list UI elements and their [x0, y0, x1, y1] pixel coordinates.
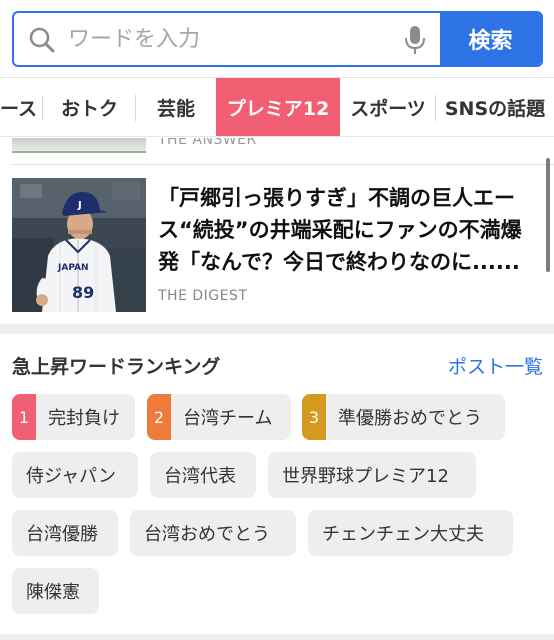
previous-article-source: THE ANSWER — [158, 138, 257, 148]
search-button[interactable]: 検索 — [440, 13, 541, 65]
ranking-word: 準優勝おめでとう — [338, 408, 482, 429]
rank-badge: 2 — [147, 394, 171, 440]
uniform-number: 89 — [72, 283, 94, 302]
rank-badge: 1 — [12, 394, 36, 440]
uniform-text: JAPAN — [57, 263, 89, 273]
ranking-chip[interactable]: チェンチェン大丈夫 — [308, 510, 513, 556]
ranking-chip[interactable]: 侍ジャパン — [12, 452, 138, 498]
ranking-chip-1[interactable]: 1 完封負け — [12, 394, 135, 440]
ranking-word: 世界野球プレミア12 — [282, 466, 449, 487]
bottom-separator — [0, 634, 554, 640]
post-list-link[interactable]: ポスト一覧 — [448, 352, 543, 379]
ranking-title: 急上昇ワードランキング — [12, 356, 221, 378]
search-box[interactable]: 検索 — [12, 11, 543, 67]
ranking-word: 台湾おめでとう — [144, 524, 270, 545]
ranking-word: 台湾チーム — [183, 408, 273, 429]
news-list: THE ANSWER JAPAN 89 J 「戸郷引っ張りすぎ」不調の巨人エース… — [0, 138, 554, 324]
tab-news[interactable]: ース — [0, 78, 43, 136]
ranking-chip-3[interactable]: 3 準優勝おめでとう — [302, 394, 505, 440]
search-bar: 検索 — [0, 0, 554, 76]
ranking-chip[interactable]: 台湾代表 — [150, 452, 256, 498]
search-input[interactable] — [68, 19, 388, 59]
trending-ranking: 急上昇ワードランキング ポスト一覧 1 完封負け 2 台湾チーム 3 準優勝おめ… — [0, 334, 554, 630]
tab-otoku[interactable]: おトク — [43, 78, 136, 136]
ranking-word: 侍ジャパン — [26, 466, 116, 487]
section-separator — [0, 324, 554, 334]
ranking-chip[interactable]: 陳傑憲 — [12, 568, 99, 614]
rank-badge: 3 — [302, 394, 326, 440]
divider — [12, 164, 554, 165]
tab-entertainment[interactable]: 芸能 — [136, 78, 216, 136]
previous-article-thumbnail[interactable] — [12, 138, 146, 153]
ranking-word: 陳傑憲 — [26, 582, 80, 603]
ranking-chip-2[interactable]: 2 台湾チーム — [147, 394, 291, 440]
article-headline[interactable]: 「戸郷引っ張りすぎ」不調の巨人エース“続投”の井端采配にファンの不満爆発「なんで… — [158, 182, 542, 278]
ranking-word: 台湾代表 — [164, 466, 236, 487]
category-tabs: ース おトク 芸能 プレミア12 スポーツ SNSの話題 — [0, 77, 554, 137]
svg-text:J: J — [77, 200, 82, 211]
tab-sports[interactable]: スポーツ — [340, 78, 436, 136]
tab-premier12[interactable]: プレミア12 — [216, 78, 340, 136]
scrollbar[interactable] — [546, 158, 550, 272]
tab-sns-topics[interactable]: SNSの話題 — [436, 78, 554, 136]
ranking-chip[interactable]: 台湾おめでとう — [130, 510, 296, 556]
ranking-chip[interactable]: 世界野球プレミア12 — [268, 452, 476, 498]
ranking-word: 台湾優勝 — [26, 524, 98, 545]
ranking-word: チェンチェン大丈夫 — [322, 524, 484, 545]
ranking-chip[interactable]: 台湾優勝 — [12, 510, 118, 556]
manager-photo: JAPAN 89 J — [12, 178, 146, 312]
search-icon — [29, 27, 55, 53]
article-source: THE DIGEST — [158, 288, 248, 304]
article-thumbnail[interactable]: JAPAN 89 J — [12, 178, 146, 312]
ranking-word: 完封負け — [48, 408, 120, 429]
microphone-icon[interactable] — [404, 25, 426, 55]
